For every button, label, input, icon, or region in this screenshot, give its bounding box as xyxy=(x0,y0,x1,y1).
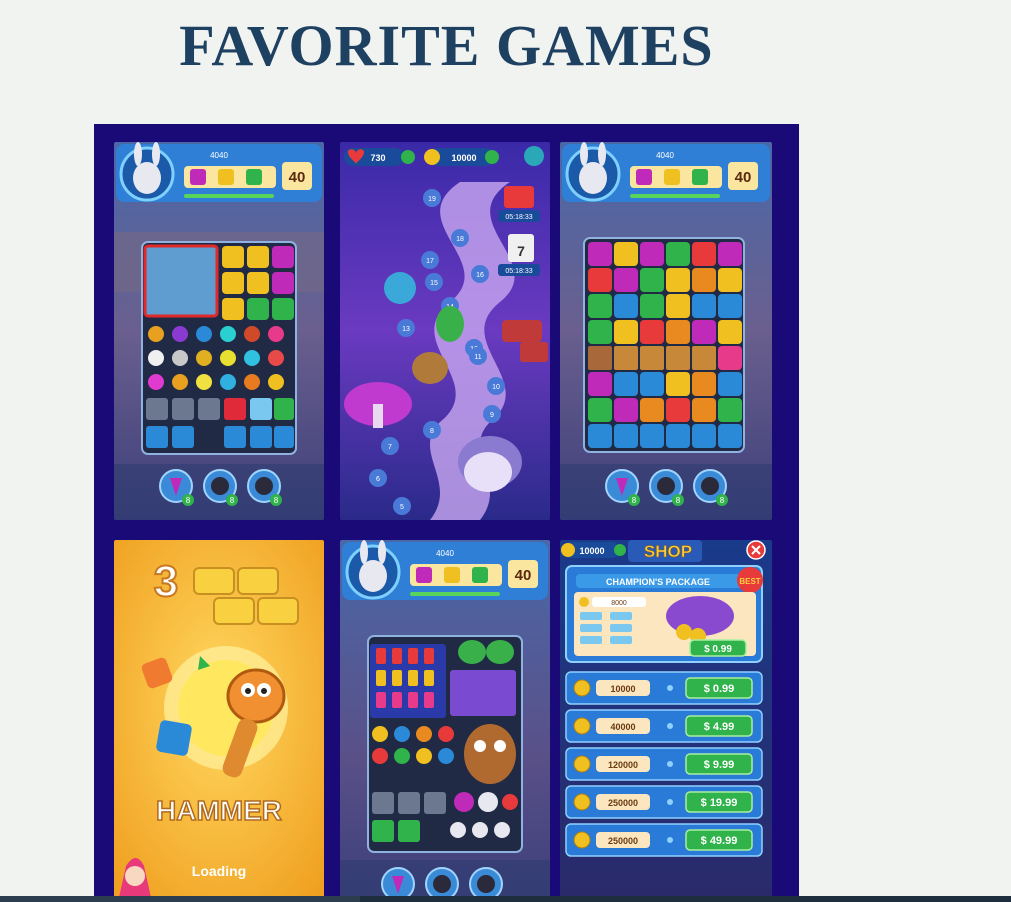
page-title: FAVORITE GAMES xyxy=(179,13,714,78)
screen-level-map: 730 10000 05:18:33 7 05:18:33 19 18 17 1… xyxy=(340,142,550,520)
best-badge: BEST xyxy=(739,577,760,586)
close-icon[interactable] xyxy=(746,540,766,560)
svg-text:11: 11 xyxy=(474,354,481,361)
shop-offer-row[interactable]: 250000 $ 19.99 xyxy=(565,785,763,819)
shop-offer-row[interactable]: 250000 $ 49.99 xyxy=(565,823,763,857)
offer-coin-amount: 40000 xyxy=(610,722,635,732)
shop-offer-row[interactable]: 120000 $ 9.99 xyxy=(565,747,763,781)
offer-coin-amount: 250000 xyxy=(608,798,638,808)
offer-coin-amount: 250000 xyxy=(608,836,638,846)
svg-text:13: 13 xyxy=(402,326,410,333)
moves-counter: 40 xyxy=(289,169,306,186)
shop-offer-row[interactable]: 10000 $ 0.99 xyxy=(565,671,763,705)
svg-text:8: 8 xyxy=(186,496,191,505)
shop-title: SHOP xyxy=(644,542,692,561)
svg-text:7: 7 xyxy=(388,444,392,451)
svg-text:$ 0.99: $ 0.99 xyxy=(704,644,732,655)
offer-coin-amount: 10000 xyxy=(610,684,635,694)
coin-offer-list: 10000 $ 0.99 40000 $ 4.99 120000 $ 9.99 250000… xyxy=(565,671,763,857)
game-board xyxy=(141,241,297,455)
svg-text:7: 7 xyxy=(517,243,525,259)
booster-caption: HAMMER xyxy=(156,795,282,826)
shop-offer-row[interactable]: 40000 $ 4.99 xyxy=(565,709,763,743)
offer-price: $ 0.99 xyxy=(704,683,735,695)
svg-text:8: 8 xyxy=(676,496,681,505)
svg-text:10000: 10000 xyxy=(451,153,476,163)
svg-text:3: 3 xyxy=(154,557,178,606)
svg-text:4040: 4040 xyxy=(436,549,454,558)
block-grid xyxy=(583,237,745,453)
svg-text:4040: 4040 xyxy=(656,151,674,160)
screen-level-1: 40 4040 8 8 8 xyxy=(114,142,324,520)
svg-text:16: 16 xyxy=(476,272,484,279)
offer-price: $ 4.99 xyxy=(704,721,735,733)
svg-text:18: 18 xyxy=(456,236,464,243)
scrollbar-thumb[interactable] xyxy=(0,896,360,902)
svg-text:40: 40 xyxy=(735,169,752,186)
svg-text:5: 5 xyxy=(400,504,404,511)
level-header: 40 4040 xyxy=(116,142,322,202)
offer-price: $ 19.99 xyxy=(701,797,738,809)
svg-text:8: 8 xyxy=(230,496,235,505)
bottom-scrollbar[interactable] xyxy=(0,896,1011,902)
offer-price: $ 9.99 xyxy=(704,759,735,771)
screen-loading-hammer: 3 HAMMER Loading xyxy=(114,540,324,902)
offer-coin-amount: 120000 xyxy=(608,760,638,770)
svg-text:8000: 8000 xyxy=(611,600,627,607)
svg-text:17: 17 xyxy=(426,258,434,265)
screen-shop: 10000 SHOP CHAMPION'S PACKAGE BEST 8000 xyxy=(560,540,772,902)
svg-text:10: 10 xyxy=(492,384,500,391)
svg-text:10000: 10000 xyxy=(579,546,604,556)
svg-text:8: 8 xyxy=(720,496,725,505)
svg-text:8: 8 xyxy=(632,496,637,505)
svg-text:05:18:33: 05:18:33 xyxy=(505,214,532,221)
offer-price: $ 49.99 xyxy=(701,835,738,847)
svg-text:19: 19 xyxy=(428,196,436,203)
svg-text:CHAMPION'S PACKAGE: CHAMPION'S PACKAGE xyxy=(606,577,710,587)
svg-text:8: 8 xyxy=(430,428,434,435)
svg-text:05:18:33: 05:18:33 xyxy=(505,268,532,275)
screen-level-2: 40 4040 8 8 8 xyxy=(560,142,772,520)
svg-text:6: 6 xyxy=(376,476,380,483)
game-screenshots-collage: 40 4040 8 8 8 730 10000 05:18:33 7 05:18… xyxy=(94,124,799,902)
score-display: 4040 xyxy=(210,151,228,160)
svg-text:8: 8 xyxy=(274,496,279,505)
champion-package-card[interactable]: CHAMPION'S PACKAGE BEST 8000 $ 0.99 xyxy=(565,565,763,663)
svg-text:730: 730 xyxy=(370,153,385,163)
booster-bar: 8 8 8 xyxy=(114,464,324,520)
loading-status: Loading xyxy=(192,863,246,879)
screen-level-3: 40 4040 xyxy=(340,540,550,902)
svg-text:15: 15 xyxy=(430,280,438,287)
svg-text:9: 9 xyxy=(490,412,494,419)
svg-text:40: 40 xyxy=(515,567,532,584)
